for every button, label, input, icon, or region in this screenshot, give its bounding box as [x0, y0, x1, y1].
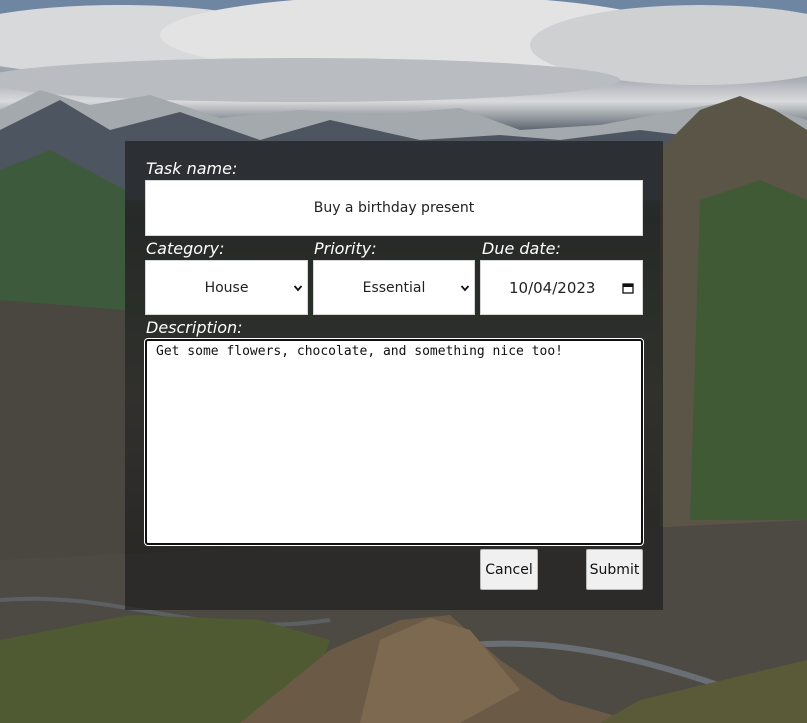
priority-select[interactable]: Essential	[313, 260, 475, 315]
submit-button[interactable]: Submit	[586, 549, 643, 590]
due-date-input[interactable]: 10/04/2023	[480, 260, 643, 315]
chevron-down-icon	[460, 284, 470, 291]
priority-value: Essential	[362, 279, 426, 296]
chevron-down-icon	[293, 284, 303, 291]
due-date-label: Due date:	[482, 239, 561, 258]
description-value: Get some flowers, chocolate, and somethi…	[156, 344, 563, 359]
cancel-button[interactable]: Cancel	[480, 549, 538, 590]
category-value: House	[204, 279, 249, 296]
task-name-label: Task name:	[146, 159, 238, 178]
calendar-icon[interactable]	[622, 282, 634, 294]
description-label: Description:	[146, 318, 243, 337]
category-select[interactable]: House	[145, 260, 308, 315]
category-label: Category:	[146, 239, 225, 258]
description-textarea[interactable]: Get some flowers, chocolate, and somethi…	[144, 338, 644, 546]
task-name-value: Buy a birthday present	[313, 200, 475, 216]
task-name-input[interactable]: Buy a birthday present	[145, 180, 643, 236]
priority-label: Priority:	[314, 239, 377, 258]
due-date-value: 10/04/2023	[509, 278, 596, 297]
